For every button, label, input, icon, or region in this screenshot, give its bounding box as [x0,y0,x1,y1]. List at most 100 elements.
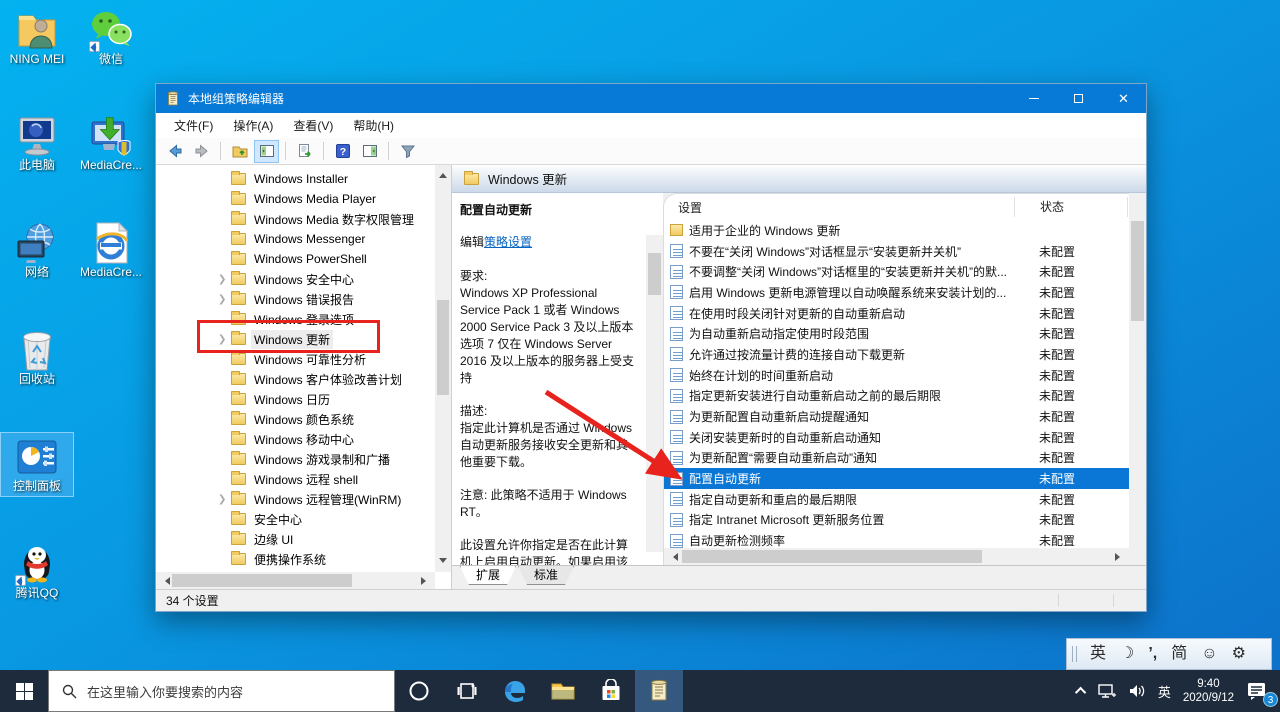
scrollbar-thumb[interactable] [648,253,661,295]
setting-row[interactable]: 配置自动更新 未配置 [664,468,1129,489]
tree-item[interactable]: ❯ Windows 客户体验改善计划 [156,369,435,389]
setting-row[interactable]: 允许通过按流量计费的连接自动下载更新 未配置 [664,344,1129,365]
microsoft-store-button[interactable] [587,670,635,712]
expander-chevron-icon[interactable]: ❯ [218,294,231,305]
setting-row[interactable]: 指定 Intranet Microsoft 更新服务位置 未配置 [664,510,1129,531]
up-one-level-button[interactable] [227,140,252,163]
help-button[interactable]: ? [330,140,355,163]
gear-icon[interactable]: ⚙ [1225,639,1253,669]
smiley-icon[interactable]: ☺ [1194,639,1224,669]
tree-item[interactable]: ❯ Windows Installer [156,169,435,189]
file-explorer-button[interactable] [539,670,587,712]
tree-item[interactable]: ❯ Windows 移动中心 [156,429,435,449]
scrollbar-thumb[interactable] [172,574,352,587]
tree-item[interactable]: ❯ Windows 远程管理(WinRM) [156,489,435,509]
show-console-tree-button[interactable] [254,140,279,163]
action-center-button[interactable]: 3 [1240,670,1274,712]
export-list-button[interactable] [292,140,317,163]
menu-view[interactable]: 查看(V) [283,114,343,137]
desktop-icon-recycle-bin[interactable]: 回收站 [1,326,73,389]
ime-drag-handle[interactable] [1072,646,1077,662]
tab-extended[interactable]: 扩展 [460,566,516,585]
tray-chevron-up-icon[interactable] [1072,670,1092,712]
column-header-status[interactable]: 状态 [1014,197,1129,217]
volume-tray-icon[interactable] [1122,670,1152,712]
setting-row[interactable]: 启用 Windows 更新电源管理以自动唤醒系统来安装计划的... 未配置 [664,282,1129,303]
desktop-icon-media-creation-ie[interactable]: MediaCre... [75,219,147,282]
tree-horizontal-scrollbar[interactable] [156,572,435,589]
internet-explorer-file-icon [88,221,134,265]
desktop-icon-user-folder[interactable]: NING MEI [1,6,73,69]
list-horizontal-scrollbar[interactable] [664,548,1129,565]
forward-button[interactable] [189,140,214,163]
close-button[interactable]: ✕ [1101,84,1146,113]
cortana-button[interactable] [395,670,443,712]
tab-standard[interactable]: 标准 [518,566,574,585]
setting-row[interactable]: 适用于企业的 Windows 更新 [664,220,1129,241]
scrollbar-thumb[interactable] [1131,221,1144,321]
expander-chevron-icon[interactable]: ❯ [218,494,231,505]
setting-row[interactable]: 为更新配置自动重新启动提醒通知 未配置 [664,406,1129,427]
setting-row[interactable]: 始终在计划的时间重新启动 未配置 [664,365,1129,386]
desktop-icon-network[interactable]: 网络 [1,219,73,282]
start-button[interactable] [0,670,48,712]
scrollbar-thumb[interactable] [437,300,449,395]
tree-item[interactable]: ❯ Windows 安全中心 [156,269,435,289]
edge-button[interactable] [491,670,539,712]
menu-action[interactable]: 操作(A) [223,114,283,137]
filter-button[interactable] [395,140,420,163]
tree-item[interactable]: ❯ Windows 游戏录制和广播 [156,449,435,469]
setting-row[interactable]: 指定更新安装进行自动重新启动之前的最后期限 未配置 [664,386,1129,407]
show-action-pane-button[interactable] [357,140,382,163]
setting-row[interactable]: 关闭安装更新时的自动重新启动通知 未配置 [664,427,1129,448]
ime-simplified-mode[interactable]: 简 [1164,639,1194,669]
maximize-button[interactable] [1056,84,1101,113]
setting-row[interactable]: 不要调整“关闭 Windows”对话框里的“安装更新并关机”的默... 未配置 [664,261,1129,282]
setting-row[interactable]: 指定自动更新和重启的最后期限 未配置 [664,489,1129,510]
setting-row[interactable]: 自动更新检测频率 未配置 [664,530,1129,548]
description-scrollbar[interactable] [646,193,663,565]
tree-item[interactable]: ❯ Windows PowerShell [156,249,435,269]
tree-item[interactable]: ❯ 安全中心 [156,509,435,529]
setting-row[interactable]: 在使用时段关闭针对更新的自动重新启动 未配置 [664,303,1129,324]
punctuation-toggle[interactable]: ’, [1141,639,1164,669]
desktop-icon-tencent-qq[interactable]: 腾讯QQ [1,540,73,603]
edit-policy-link[interactable]: 策略设置 [484,235,532,249]
tree-item[interactable]: ❯ Windows 日历 [156,389,435,409]
setting-name: 为更新配置“需要自动重新启动”通知 [689,449,1014,466]
desktop-icon-media-creation-tool[interactable]: MediaCre... [75,112,147,175]
task-view-button[interactable] [443,670,491,712]
moon-icon[interactable]: ☽ [1113,639,1141,669]
tree-vertical-scrollbar[interactable] [435,165,451,572]
tray-language-indicator[interactable]: 英 [1152,670,1177,712]
setting-row[interactable]: 不要在“关闭 Windows”对话框显示“安装更新并关机” 未配置 [664,241,1129,262]
desktop-icon-this-pc[interactable]: 此电脑 [1,112,73,175]
tree-item[interactable]: ❯ 便携操作系统 [156,549,435,569]
tree-item[interactable]: ❯ 边缘 UI [156,529,435,549]
network-tray-icon[interactable] [1092,670,1122,712]
group-policy-editor-taskbar-button[interactable] [635,670,683,712]
desktop-icon-wechat[interactable]: 微信 [75,6,147,69]
ime-english-mode[interactable]: 英 [1083,639,1113,669]
tree-item[interactable]: ❯ Windows Messenger [156,229,435,249]
tree-item[interactable]: ❯ Windows 错误报告 [156,289,435,309]
tree-item[interactable]: ❯ Windows 颜色系统 [156,409,435,429]
menu-help[interactable]: 帮助(H) [343,114,404,137]
tree-item[interactable]: ❯ Windows Media 数字权限管理 [156,209,435,229]
scrollbar-thumb[interactable] [682,550,982,563]
setting-row[interactable]: 为自动重新启动指定使用时段范围 未配置 [664,323,1129,344]
tree-item[interactable]: ❯ Windows 远程 shell [156,469,435,489]
tree-item[interactable]: ❯ Windows Media Player [156,189,435,209]
back-button[interactable] [162,140,187,163]
desktop-icon-control-panel[interactable]: 控制面板 [1,433,73,496]
setting-row[interactable]: 为更新配置“需要自动重新启动”通知 未配置 [664,448,1129,469]
details-pane: Windows 更新 配置自动更新 编辑策略设置 要求: Windows XP … [452,165,1146,589]
column-header-settings[interactable]: 设置 [678,199,1014,216]
expander-chevron-icon[interactable]: ❯ [218,274,231,285]
tray-clock[interactable]: 9:40 2020/9/12 [1177,670,1240,712]
menu-file[interactable]: 文件(F) [164,114,223,137]
list-vertical-scrollbar[interactable] [1129,193,1146,565]
taskbar-search-box[interactable]: 在这里输入你要搜索的内容 [48,670,395,712]
title-bar[interactable]: 本地组策略编辑器 ✕ [156,84,1146,113]
minimize-button[interactable] [1011,84,1056,113]
